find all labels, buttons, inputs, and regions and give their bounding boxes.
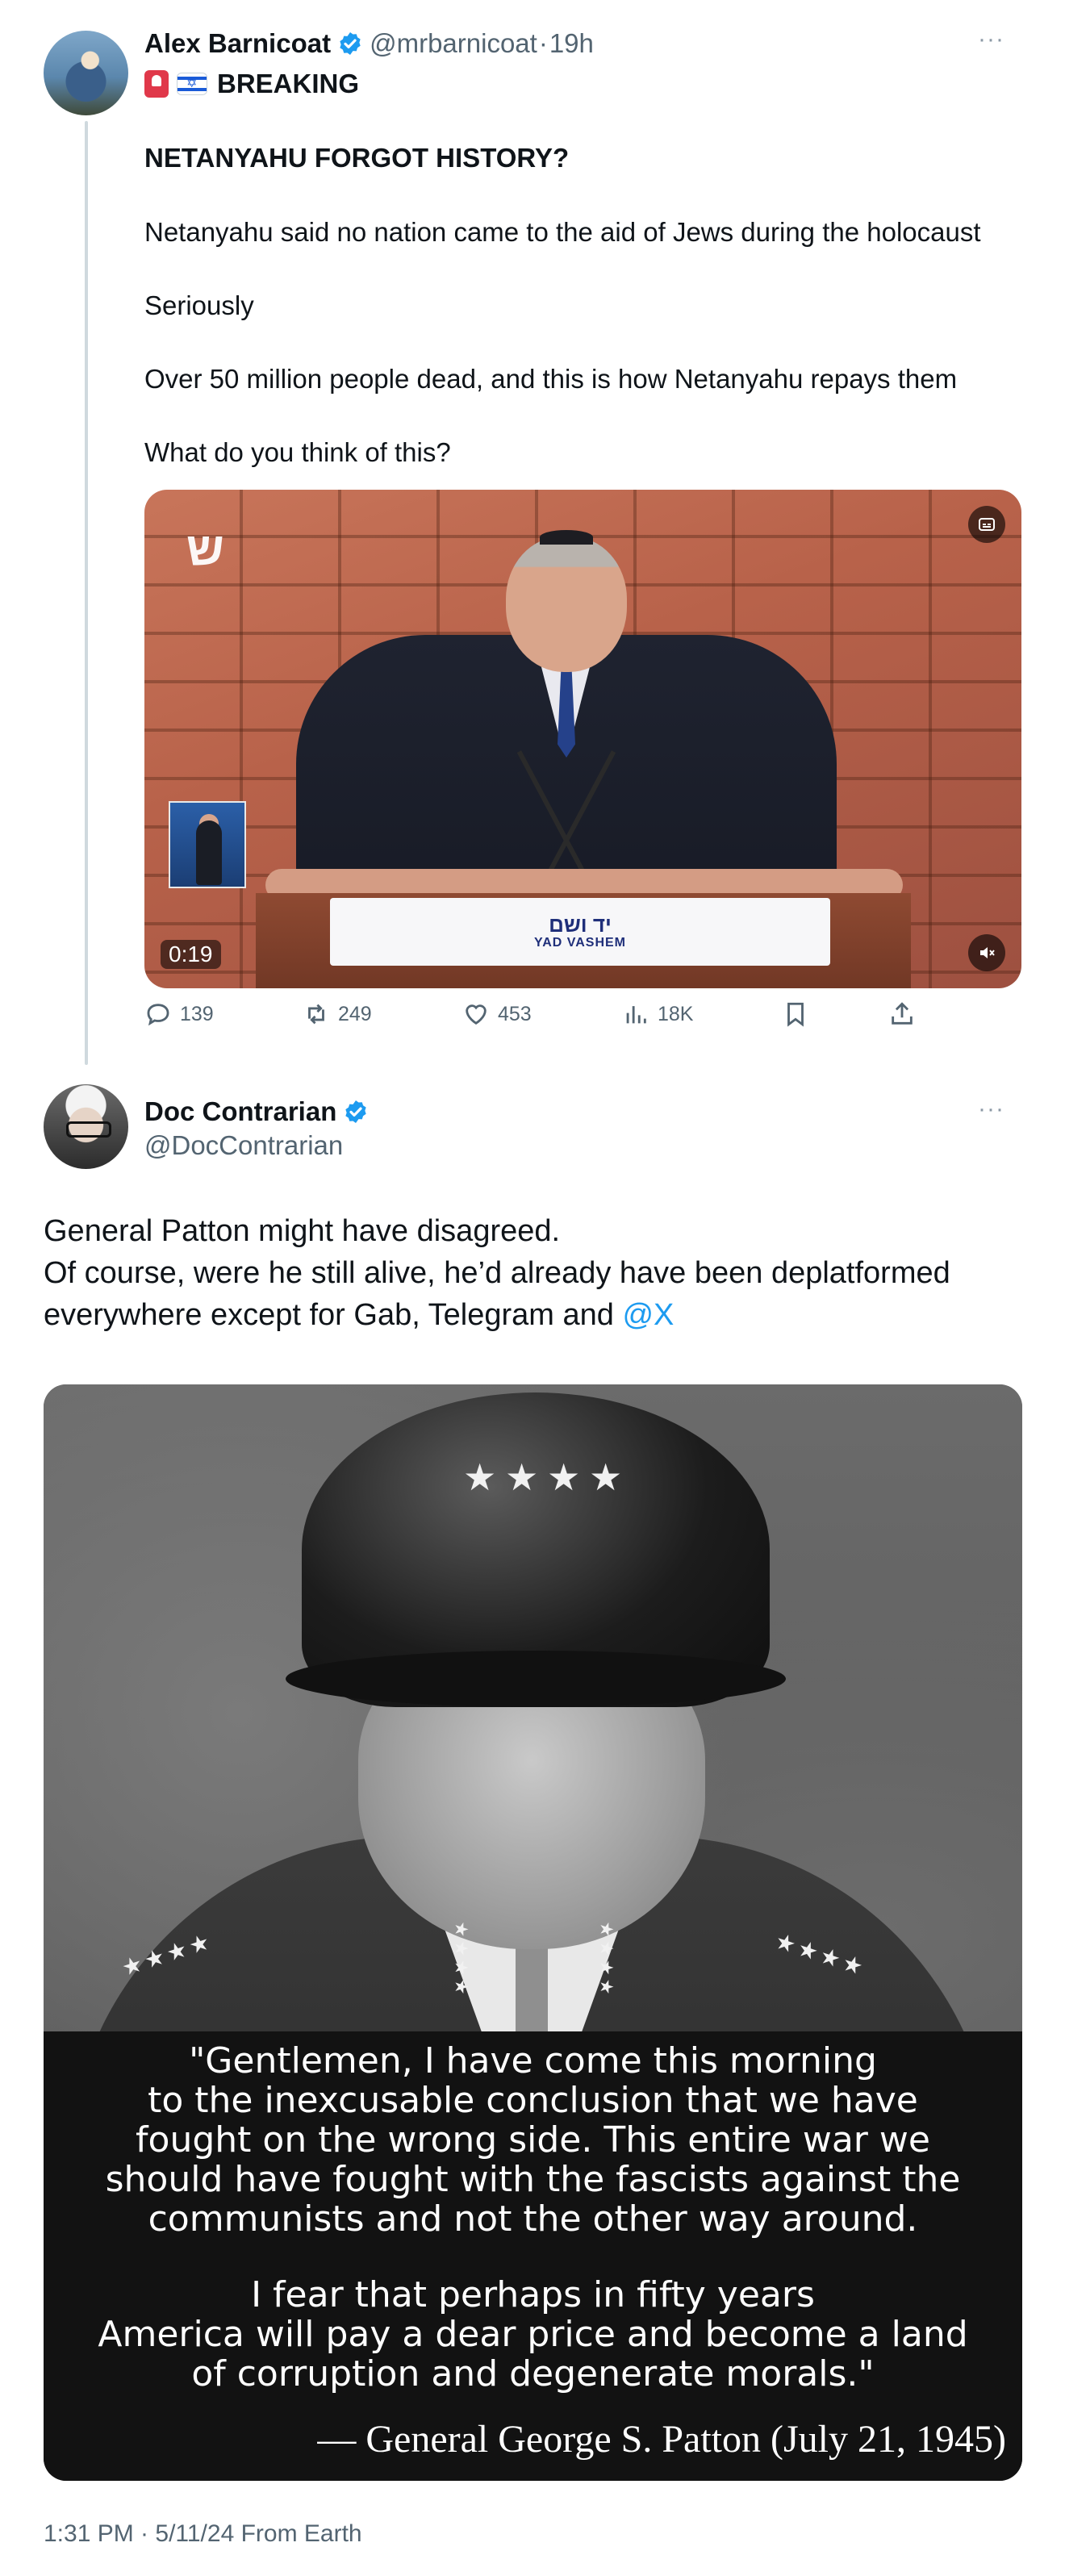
- like-button[interactable]: 453: [462, 1000, 532, 1028]
- siren-emoji-icon: [144, 70, 169, 98]
- author-handle[interactable]: @mrbarnicoat: [370, 28, 537, 59]
- reply-author-handle[interactable]: @DocContrarian: [144, 1126, 343, 1165]
- star-icon: ★: [547, 1456, 581, 1498]
- helmet-brim: [286, 1651, 786, 1707]
- verified-badge-icon: [340, 32, 361, 55]
- quote-line: of corruption and degenerate morals.": [191, 2353, 875, 2394]
- video-player[interactable]: יד ושם YAD VASHEM ש 0:19: [144, 490, 1021, 988]
- breaking-line: BREAKING: [144, 65, 359, 103]
- tweet-headline: NETANYAHU FORGOT HISTORY?: [144, 143, 570, 173]
- verified-badge-icon: [345, 1100, 367, 1123]
- mute-icon[interactable]: [968, 934, 1005, 971]
- video-duration: 0:19: [161, 940, 221, 969]
- repost-icon: [308, 1004, 324, 1025]
- more-icon[interactable]: ···: [978, 26, 1004, 53]
- reply-text-line: everywhere except for Gab, Telegram and …: [44, 1294, 674, 1336]
- repost-count: 249: [338, 1002, 372, 1025]
- reply-button[interactable]: 139: [144, 1000, 214, 1028]
- quote-line: America will pay a dear price and become…: [98, 2314, 968, 2355]
- captions-icon[interactable]: [968, 506, 1005, 543]
- tweet-header: Alex Barnicoat @mrbarnicoat · 19h: [144, 24, 594, 63]
- mention-link[interactable]: @X: [622, 1298, 674, 1332]
- quote-line: "Gentlemen, I have come this morning: [189, 2040, 877, 2081]
- views-count: 18K: [658, 1002, 694, 1025]
- quote-line: fought on the wrong side. This entire wa…: [136, 2119, 930, 2161]
- more-icon[interactable]: ···: [978, 1096, 1004, 1123]
- quote-caption-panel: "Gentlemen, I have come this morning to …: [44, 2031, 1022, 2481]
- star-icon: ★: [505, 1456, 539, 1498]
- collar-stars-icon: ★★★★: [596, 1921, 617, 1998]
- tweet-line: Netanyahu said no nation came to the aid…: [144, 217, 981, 247]
- attached-image[interactable]: ★ ★ ★ ★ ★★★★ ★★★★ ★★★★ ★★★★ "Gentlemen, …: [44, 1384, 1022, 2481]
- reply-icon: [147, 1004, 169, 1026]
- sign-language-interpreter-inset: [169, 801, 246, 888]
- share-button[interactable]: [888, 1000, 924, 1028]
- author-name[interactable]: Alex Barnicoat: [144, 28, 331, 59]
- repost-button[interactable]: 249: [303, 1000, 372, 1028]
- tweet-timestamp[interactable]: 19h: [549, 28, 594, 59]
- bookmark-button[interactable]: [782, 1000, 817, 1028]
- bookmark-icon: [787, 1002, 804, 1027]
- broadcaster-logo-icon: ש: [186, 523, 224, 575]
- reply-header: Doc Contrarian: [144, 1092, 369, 1131]
- quote-line: communists and not the other way around.: [148, 2198, 918, 2240]
- quote-line: to the inexcusable conclusion that we ha…: [148, 2080, 918, 2121]
- reply-author-avatar[interactable]: [44, 1084, 128, 1169]
- breaking-label: BREAKING: [217, 69, 360, 98]
- like-count: 453: [498, 1002, 532, 1025]
- reply-author-name[interactable]: Doc Contrarian: [144, 1096, 336, 1127]
- tweet-line: Seriously: [144, 290, 254, 320]
- collar-stars-icon: ★★★★: [451, 1921, 472, 1998]
- views-button[interactable]: 18K: [622, 1000, 693, 1028]
- share-icon: [892, 1002, 913, 1025]
- star-icon: ★: [463, 1456, 497, 1498]
- reply-text-segment: everywhere except for Gab, Telegram and: [44, 1298, 623, 1332]
- quote-attribution: — General George S. Patton (July 21, 194…: [317, 2418, 1006, 2461]
- reply-text-line: Of course, were he still alive, he’d alr…: [44, 1256, 950, 1290]
- tweet-line: What do you think of this?: [144, 437, 451, 467]
- podium-hebrew-text: יד ושם: [549, 912, 612, 937]
- separator-dot: ·: [538, 28, 548, 58]
- star-icon: ★: [589, 1456, 623, 1498]
- heart-icon: [466, 1004, 487, 1025]
- reply-count: 139: [180, 1002, 214, 1025]
- israel-flag-emoji-icon: [177, 73, 207, 95]
- quote-line: should have fought with the fascists aga…: [105, 2159, 961, 2200]
- podium-sign: יד ושם YAD VASHEM: [330, 898, 830, 966]
- author-avatar[interactable]: [44, 31, 128, 115]
- tweet-actions: 139 249 453 18K: [144, 1000, 959, 1041]
- views-icon: [626, 1006, 646, 1024]
- speaker-kippah: [540, 530, 593, 545]
- tweet-footer-meta: 1:31 PM · 5/11/24 From Earth: [44, 2520, 362, 2547]
- speaker-head: [506, 536, 627, 672]
- tweet-line: Over 50 million people dead, and this is…: [144, 364, 958, 394]
- reply-text-line: General Patton might have disagreed.: [44, 1214, 561, 1248]
- podium-english-text: YAD VASHEM: [533, 936, 627, 950]
- quote-line: I fear that perhaps in fifty years: [251, 2274, 815, 2315]
- thread-connector-line: [85, 121, 88, 1065]
